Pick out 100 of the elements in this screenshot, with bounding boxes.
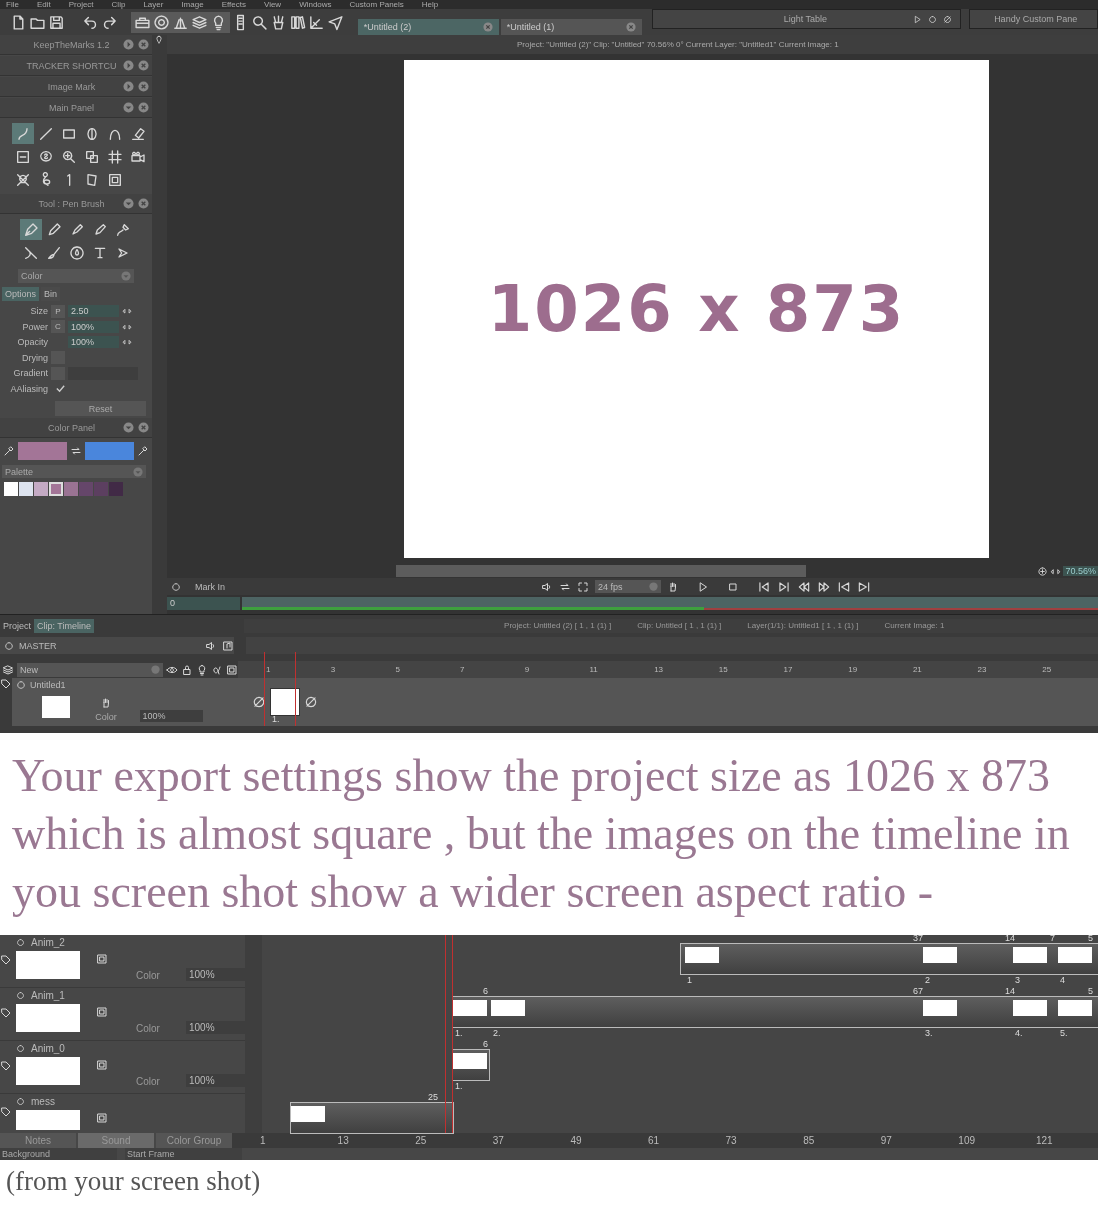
cell-duration: 5 xyxy=(1088,986,1093,996)
cell-duration: 14 xyxy=(1005,986,1015,996)
setting-label: Opacity xyxy=(16,337,48,348)
layer-row[interactable]: mess xyxy=(0,1094,245,1131)
column-label: Start Frame xyxy=(125,1148,242,1160)
panel-tab[interactable]: Clip: Timeline xyxy=(34,619,95,633)
document-tab[interactable]: *Untitled (1) xyxy=(500,19,642,35)
cell-number: 3. xyxy=(925,1028,933,1038)
layer-name: Untitled1 xyxy=(30,680,66,690)
layer-row[interactable]: Anim_2 Color 100% xyxy=(0,935,245,988)
cell-number: 1. xyxy=(455,1028,463,1038)
cell-number: 2. xyxy=(493,1028,501,1038)
pressure-toggle[interactable]: P xyxy=(51,304,65,318)
menu-item[interactable]: File xyxy=(6,0,19,9)
cell-duration: 14 xyxy=(1005,933,1015,943)
menu-item[interactable]: Layer xyxy=(143,0,164,9)
cell-duration: 7 xyxy=(1050,933,1055,943)
menu-item[interactable]: Windows xyxy=(299,0,332,9)
ruler-label: 13 xyxy=(654,664,665,676)
menu-item[interactable]: Edit xyxy=(36,0,51,9)
panel-title: Handy Custom Pane xyxy=(969,9,1098,29)
cell-number: 3 xyxy=(1015,975,1020,985)
ruler-label: 9 xyxy=(524,664,531,676)
cell-duration: 67 xyxy=(913,986,923,996)
status-info: Project: "Untitled (2)" Clip: "Untitled" 70.56% 0° Current Layer: "Untitled1" Current Image: 1 xyxy=(167,35,1098,54)
ruler-label: 61 xyxy=(647,1134,661,1148)
ruler-label: 21 xyxy=(912,664,923,676)
menu-item[interactable]: Effects xyxy=(221,0,246,9)
setting-label: Size xyxy=(29,306,48,317)
pressure-toggle[interactable]: C xyxy=(51,320,65,334)
options-tab[interactable]: Options xyxy=(2,287,40,301)
frame-field[interactable]: 0 xyxy=(167,596,240,610)
layer-row[interactable]: Anim_1 Color 100% xyxy=(0,988,245,1041)
ruler-label: 49 xyxy=(570,1134,583,1148)
palette-dropdown[interactable]: Palette xyxy=(2,465,146,478)
setting-label: AAliasing xyxy=(9,383,48,394)
layer-name: Anim_1 xyxy=(31,989,65,1001)
column-label: Background xyxy=(0,1148,117,1160)
ruler-label: 17 xyxy=(783,664,794,676)
ruler-label: 97 xyxy=(880,1134,893,1148)
cell-duration: 25 xyxy=(428,1092,438,1102)
frame-ruler[interactable]: 1 13 25 37 49 61 73 85 97 109 121 xyxy=(232,1133,1098,1148)
value-field[interactable]: 100% xyxy=(68,336,119,349)
value-field[interactable]: 2.50 xyxy=(68,305,119,318)
cell-number: 5. xyxy=(1060,1028,1068,1038)
ruler-label: 109 xyxy=(958,1134,977,1148)
panel-title: Light Table xyxy=(783,14,828,24)
cell-duration: 6 xyxy=(483,986,488,996)
reset-button[interactable]: Reset xyxy=(55,401,146,416)
cell-number: 1. xyxy=(455,1081,463,1091)
menu-item[interactable]: Image xyxy=(181,0,204,9)
menu-item[interactable]: Project xyxy=(68,0,94,9)
ruler-label: 25 xyxy=(415,1134,428,1148)
blend-mode: Color xyxy=(95,712,117,722)
setting-label: Drying xyxy=(21,352,48,363)
mode-dropdown[interactable]: Color xyxy=(18,269,134,283)
layer-group-dropdown[interactable]: New xyxy=(17,662,163,677)
caption-paragraph: Your export settings show the project size as 1026 x 873 which is almost square , but the images on the timeline in you screen shot show a wider screen aspect ratio - xyxy=(11,749,1071,919)
cell-number: 1. xyxy=(272,714,280,724)
ruler-label: 3 xyxy=(330,664,337,676)
layer-name: Anim_2 xyxy=(31,936,65,948)
frame-ruler[interactable]: 1 3 5 7 9 11 13 15 17 19 21 23 25 xyxy=(238,661,1098,678)
cell-duration: 37 xyxy=(913,933,923,943)
fps-dropdown[interactable]: 24 fps xyxy=(595,580,661,593)
opacity-field[interactable]: 100% xyxy=(139,710,203,722)
blend-mode: Color xyxy=(136,1023,161,1034)
value-field[interactable]: 100% xyxy=(68,320,119,333)
layer-name: Anim_0 xyxy=(31,1042,65,1054)
ruler-label: 73 xyxy=(725,1134,738,1148)
ruler-label: 37 xyxy=(492,1134,505,1148)
ruler-label: 1 xyxy=(266,664,272,676)
document-tab[interactable]: *Untitled (2) xyxy=(357,19,499,35)
drawing-canvas[interactable]: 1026 x 873 xyxy=(404,60,989,558)
ruler-label: 25 xyxy=(1042,664,1053,676)
panel-title: Main Panel xyxy=(48,102,95,113)
timeline-info: Clip: Untitled [ 1 , 1 (1) ] xyxy=(637,620,722,632)
cell-number: 1 xyxy=(687,975,692,985)
panel-title: TRACKER SHORTCU xyxy=(25,60,118,71)
panel-tab[interactable]: Project xyxy=(0,619,34,633)
blend-mode: Color xyxy=(136,1076,161,1087)
ruler-label: 5 xyxy=(395,664,401,676)
panel-title: Tool : Pen Brush xyxy=(37,198,106,209)
ruler-label: 19 xyxy=(848,664,859,676)
canvas-text: 1026 x 873 xyxy=(487,272,906,346)
panel-title: Color Panel xyxy=(47,422,96,433)
panel-title: Image Mark xyxy=(46,81,97,92)
layer-row[interactable]: Untitled1 Color 100% xyxy=(12,678,238,726)
ruler-label: 13 xyxy=(337,1134,350,1148)
timeline-info: Current Image: 1 xyxy=(884,620,945,632)
menu-item[interactable]: Help xyxy=(421,0,439,9)
cell-number: 2 xyxy=(925,975,930,985)
menu-item[interactable]: Custom Panels xyxy=(349,0,404,9)
menu-item[interactable]: View xyxy=(263,0,282,9)
layer-row[interactable]: Anim_0 Color 100% xyxy=(0,1041,245,1094)
zoom-field[interactable]: 70.56% xyxy=(1063,566,1098,576)
layer-name: mess xyxy=(31,1095,55,1107)
menu-item[interactable]: Clip xyxy=(111,0,126,9)
cell-number: 4 xyxy=(1060,975,1065,985)
mark-in-label: Mark In xyxy=(195,581,225,592)
master-track-label: MASTER xyxy=(19,640,58,651)
